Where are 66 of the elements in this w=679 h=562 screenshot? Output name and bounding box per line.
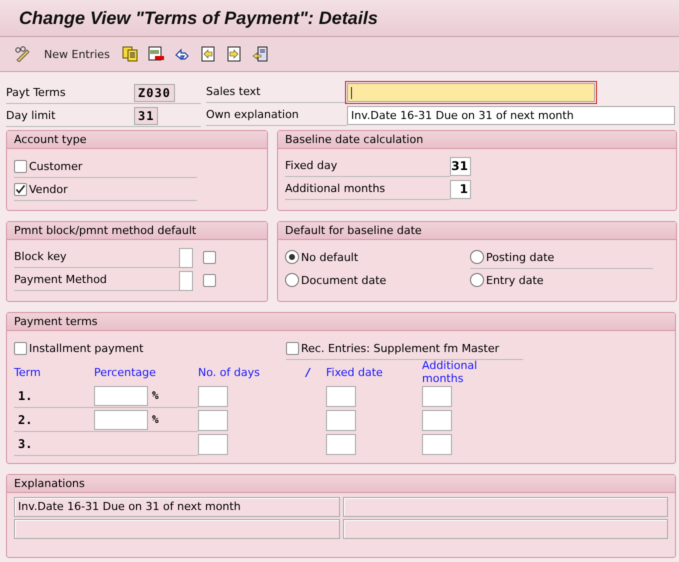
- months-field[interactable]: [422, 386, 452, 406]
- checkbox[interactable]: [203, 274, 216, 287]
- input-field[interactable]: 1: [450, 180, 471, 199]
- days-field[interactable]: [198, 410, 228, 430]
- checkbox[interactable]: [14, 160, 27, 172]
- column-header: No. of days: [198, 366, 261, 378]
- fixed-date-field[interactable]: [326, 386, 356, 406]
- checkbox-option[interactable]: Rec. Entries: Supplement fm Master: [286, 337, 524, 360]
- new-entries-button[interactable]: New Entries: [42, 48, 112, 60]
- column-header: Term: [14, 366, 42, 378]
- export-icon[interactable]: [252, 46, 268, 62]
- checkbox-option[interactable]: Customer: [14, 155, 197, 178]
- radio-button[interactable]: [470, 273, 484, 287]
- input-field[interactable]: Inv.Date 16-31 Due on 31 of next month: [347, 106, 675, 125]
- field-label: Additional months: [285, 179, 450, 200]
- percentage-field[interactable]: [94, 386, 148, 406]
- radio-button[interactable]: [285, 273, 299, 287]
- percentage-field[interactable]: [94, 410, 148, 430]
- group-title: Pmnt block/pmnt method default: [7, 222, 267, 240]
- input-field[interactable]: [347, 83, 595, 102]
- window-title: Change View "Terms of Payment": Details: [19, 8, 378, 28]
- field-label: Payt Terms: [6, 86, 67, 99]
- radio-button[interactable]: [285, 250, 299, 264]
- checkbox[interactable]: [14, 182, 27, 196]
- input-field[interactable]: [179, 270, 193, 290]
- months-field[interactable]: [422, 434, 452, 454]
- checkbox[interactable]: [203, 251, 216, 264]
- code-field[interactable]: 31: [134, 106, 158, 124]
- radio-option[interactable]: Entry date: [470, 269, 544, 291]
- column-header: /: [304, 366, 312, 378]
- code-field[interactable]: Z030: [134, 84, 175, 102]
- days-field[interactable]: [198, 386, 228, 406]
- field-label: Day limit: [6, 109, 56, 122]
- radio-button[interactable]: [470, 250, 484, 264]
- group-title: Baseline date calculation: [278, 131, 676, 149]
- fixed-date-field[interactable]: [326, 410, 356, 430]
- group-title: Payment terms: [7, 313, 675, 331]
- group-title: Account type: [7, 131, 267, 149]
- checkbox[interactable]: [286, 342, 299, 354]
- radio-option[interactable]: No default: [285, 246, 358, 268]
- copy-icon[interactable]: [122, 46, 138, 62]
- column-header: Percentage: [94, 366, 157, 378]
- percent-sign: %: [152, 413, 159, 426]
- fixed-date-field[interactable]: [326, 434, 356, 454]
- input-field[interactable]: [179, 248, 193, 268]
- column-header: Fixed date: [326, 366, 384, 378]
- explanation-field: Inv.Date 16-31 Due on 31 of next month: [14, 497, 340, 517]
- undo-arrow-icon[interactable]: [174, 46, 190, 62]
- column-header: Additional months: [422, 359, 478, 385]
- months-field[interactable]: [422, 410, 452, 430]
- glasses-pencil-icon[interactable]: [14, 46, 32, 62]
- days-field[interactable]: [198, 434, 228, 454]
- delete-icon[interactable]: [148, 46, 164, 62]
- term-number: 3.: [14, 432, 94, 456]
- checkbox-option[interactable]: Vendor: [14, 178, 197, 201]
- group-title: Default for baseline date: [278, 222, 676, 240]
- input-field[interactable]: 31: [450, 157, 471, 176]
- checkbox[interactable]: [14, 342, 27, 354]
- percent-sign: %: [152, 389, 159, 402]
- radio-option[interactable]: Document date: [285, 269, 386, 291]
- group-title: Explanations: [7, 475, 675, 493]
- next-page-icon[interactable]: [226, 46, 242, 62]
- radio-option[interactable]: Posting date: [470, 246, 653, 269]
- checkbox-option[interactable]: Installment payment: [14, 337, 286, 359]
- field-label: Fixed day: [285, 156, 450, 177]
- previous-page-icon[interactable]: [200, 46, 216, 62]
